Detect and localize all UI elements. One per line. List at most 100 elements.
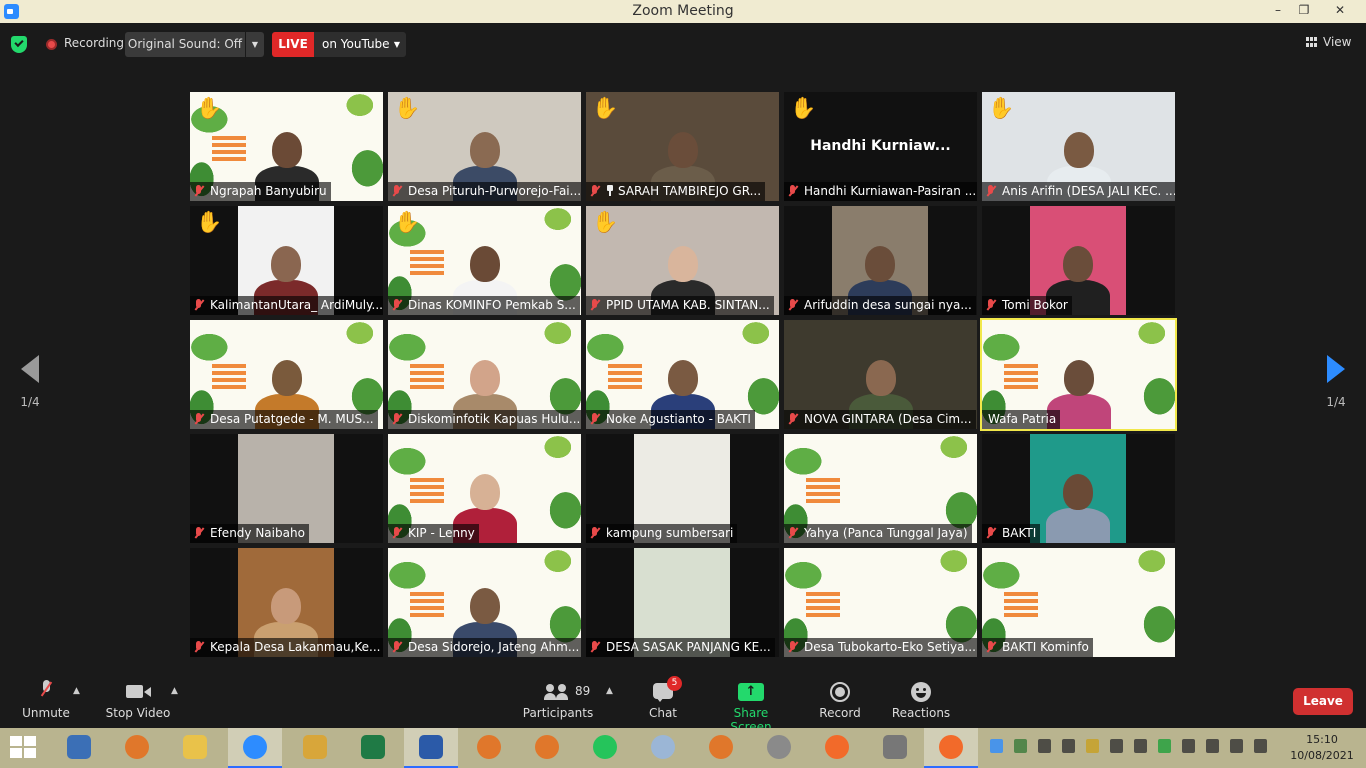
tray-volume-icon[interactable] (1206, 739, 1219, 753)
participant-name-bar: Desa Putatgede - M. MUS... (190, 410, 378, 429)
taskbar-file-explorer-icon[interactable] (168, 728, 222, 768)
participant-tile[interactable]: ✋ SARAH TAMBIREJO GR... (586, 92, 779, 201)
taskbar-printer-app-icon[interactable] (868, 728, 922, 768)
raised-hand-icon: ✋ (394, 210, 421, 234)
tray-battery-icon[interactable] (1182, 739, 1195, 753)
clock-time: 15:10 (1306, 733, 1338, 746)
video-options-caret[interactable]: ▲ (171, 686, 178, 696)
participant-tile[interactable]: Noke Agustianto - BAKTI (586, 320, 779, 429)
reactions-button[interactable]: Reactions (890, 672, 952, 728)
participant-face (469, 360, 500, 396)
taskbar-zoom-icon[interactable] (228, 728, 282, 768)
next-page-button[interactable]: 1/4 (1306, 355, 1366, 409)
leave-button[interactable]: Leave (1293, 688, 1353, 715)
participant-tile[interactable]: ✋ Dinas KOMINFO Pemkab S... (388, 206, 581, 315)
unmute-button[interactable]: Unmute (18, 672, 74, 728)
previous-page-button[interactable]: 1/4 (0, 355, 60, 409)
taskbar-disc-app-icon[interactable] (752, 728, 806, 768)
participant-face (271, 132, 302, 168)
tray-drive-icon[interactable] (1158, 739, 1171, 753)
participant-tile[interactable]: Desa Tubokarto-Eko Setiya... (784, 548, 977, 657)
participant-tile[interactable]: NOVA GINTARA (Desa Cim... (784, 320, 977, 429)
participants-button[interactable]: Participants (520, 672, 596, 728)
participant-name-bar: Efendy Naibaho (190, 524, 309, 543)
share-screen-button[interactable]: Share Screen (712, 672, 790, 734)
taskbar-whatsapp-icon[interactable] (578, 728, 632, 768)
muted-mic-icon (984, 185, 998, 197)
stop-video-button[interactable]: Stop Video (104, 672, 172, 728)
taskbar-app-penguin-3-icon[interactable] (520, 728, 574, 768)
participant-tile[interactable]: Kepala Desa Lakanmau,Ke... (190, 548, 383, 657)
audio-options-caret[interactable]: ▲ (73, 686, 80, 696)
raised-hand-icon: ✋ (394, 96, 421, 120)
participants-options-caret[interactable]: ▲ (606, 686, 613, 696)
muted-mic-icon (390, 185, 404, 197)
participant-face (469, 246, 500, 282)
participant-face (271, 360, 302, 396)
muted-mic-icon (588, 185, 602, 197)
maximize-button[interactable]: ❐ (1284, 0, 1324, 23)
taskbar-shield-app-icon[interactable] (288, 728, 342, 768)
participant-name: Anis Arifin (DESA JALI KEC. ... (1002, 184, 1175, 198)
muted-mic-icon (786, 185, 800, 197)
tray-link-icon[interactable] (1038, 739, 1051, 753)
windows-start-icon[interactable] (10, 736, 38, 760)
participant-tile[interactable]: Wafa Patria (980, 318, 1177, 431)
stop-video-label: Stop Video (105, 706, 171, 720)
participant-tile[interactable]: ✋ KalimantanUtara_ ArdiMuly... (190, 206, 383, 315)
taskbar-clock[interactable]: 15:10 10/08/2021 (1282, 732, 1362, 764)
taskbar-paint-icon[interactable] (636, 728, 690, 768)
taskbar-word-icon[interactable] (404, 728, 458, 768)
clock-date: 10/08/2021 (1290, 749, 1354, 762)
video-camera-icon (126, 685, 151, 698)
participant-face (1063, 246, 1093, 282)
tray-zoom-icon[interactable] (990, 739, 1003, 753)
muted-mic-icon (192, 641, 206, 653)
live-destination-dropdown[interactable]: on YouTube ▼ (314, 32, 406, 57)
taskbar-app-penguin-4-icon[interactable] (694, 728, 748, 768)
muted-mic-icon (786, 641, 800, 653)
tray-signal-icon[interactable] (1254, 739, 1267, 753)
participant-tile[interactable]: ✋ Desa Pituruh-Purworejo-Fai... (388, 92, 581, 201)
participant-tile[interactable]: BAKTI (982, 434, 1175, 543)
muted-mic-icon (390, 641, 404, 653)
taskbar-excel-icon[interactable] (346, 728, 400, 768)
tray-monitor-icon[interactable] (1134, 739, 1147, 753)
participant-tile[interactable]: Desa Putatgede - M. MUS... (190, 320, 383, 429)
view-button[interactable]: View (1306, 35, 1351, 49)
participant-tile[interactable]: ✋ Anis Arifin (DESA JALI KEC. ... (982, 92, 1175, 201)
taskbar-firefox-icon[interactable] (810, 728, 864, 768)
participant-tile[interactable]: Yahya (Panca Tunggal Jaya) (784, 434, 977, 543)
participant-name-bar: Noke Agustianto - BAKTI (586, 410, 755, 429)
close-window-button[interactable]: ✕ (1320, 0, 1360, 23)
participant-tile[interactable]: Desa Sidorejo, Jateng Ahm... (388, 548, 581, 657)
participant-tile[interactable]: DESA SASAK PANJANG KE... (586, 548, 779, 657)
participant-tile[interactable]: ✋ PPID UTAMA KAB. SINTAN... (586, 206, 779, 315)
original-sound-dropdown[interactable]: ▼ (246, 32, 264, 57)
participant-tile[interactable]: BAKTI Kominfo (982, 548, 1175, 657)
participant-name-bar: Wafa Patria (982, 410, 1061, 429)
participant-tile[interactable]: Efendy Naibaho (190, 434, 383, 543)
tray-keyboard-icon[interactable] (1062, 739, 1075, 753)
raised-hand-icon: ✋ (592, 96, 619, 120)
participant-tile[interactable]: Handhi Kurniaw... ✋ Handhi Kurniawan-Pasir… (784, 92, 977, 201)
participant-tile[interactable]: kampung sumbersari (586, 434, 779, 543)
participant-tile[interactable]: Diskominfotik Kapuas Hulu... (388, 320, 581, 429)
participant-tile[interactable]: Tomi Bokor (982, 206, 1175, 315)
participant-tile[interactable]: ✋ Ngrapah Banyubiru (190, 92, 383, 201)
taskbar-app-penguin-2-icon[interactable] (462, 728, 516, 768)
tray-pen-icon[interactable] (1086, 739, 1099, 753)
taskbar-sidika-icon[interactable] (52, 728, 106, 768)
original-sound-button[interactable]: Original Sound: Off (125, 32, 245, 57)
recording-label[interactable]: Recording (64, 36, 124, 50)
participant-tile[interactable]: Arifuddin desa sungai nya... (784, 206, 977, 315)
tray-settings-icon[interactable] (1110, 739, 1123, 753)
security-shield-icon[interactable] (11, 36, 27, 53)
tray-flag-icon[interactable] (1230, 739, 1243, 753)
tray-network-map-icon[interactable] (1014, 739, 1027, 753)
record-button[interactable]: Record (815, 672, 865, 728)
taskbar-app-penguin-icon[interactable] (110, 728, 164, 768)
participant-name: kampung sumbersari (606, 526, 734, 540)
taskbar-firefox-2-icon[interactable] (924, 728, 978, 768)
participant-tile[interactable]: KIP - Lenny (388, 434, 581, 543)
